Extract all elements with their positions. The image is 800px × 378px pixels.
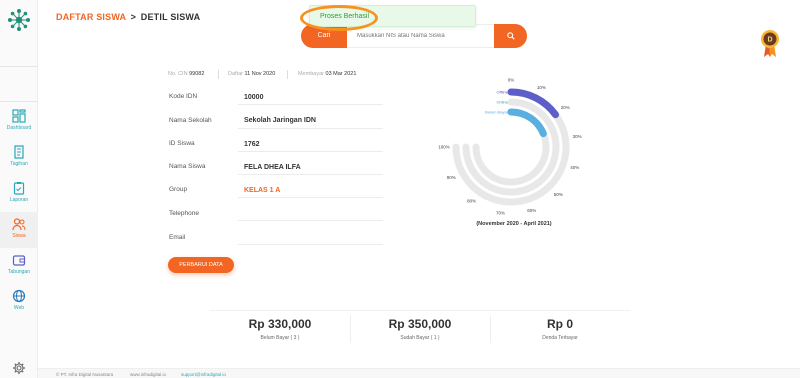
footer-website[interactable]: www.infradigital.io (130, 372, 166, 377)
field-value-nama-sekolah: Sekolah Jaringan IDN (244, 117, 316, 124)
cin-value: 99082 (189, 71, 205, 77)
search-submit-button[interactable] (494, 24, 527, 48)
breadcrumb-separator: > (130, 12, 137, 22)
highlight-ring (300, 5, 378, 31)
meta-divider (218, 70, 219, 79)
stat-label: Sudah Bayar ( 1 ) (400, 335, 440, 341)
field-label-nama-siswa: Nama Siswa (169, 163, 206, 170)
search-input[interactable] (347, 24, 494, 48)
field-value-id-siswa: 1762 (244, 141, 260, 148)
report-icon (13, 182, 25, 195)
stat-value: Rp 330,000 (248, 317, 312, 331)
chart-series-label: Online (496, 100, 508, 105)
medal-letter: D (767, 37, 772, 44)
meta-divider (287, 70, 288, 79)
sidebar-item-label: Siswa (12, 233, 26, 239)
chart-tick-label: 100% (438, 145, 450, 150)
member-meta: Membayar 03 Mar 2021 (298, 71, 356, 77)
stat-value: Rp 350,000 (388, 317, 452, 331)
sidebar-item-tagihan[interactable]: Tagihan (0, 140, 38, 176)
sidebar-item-label: Web (13, 305, 25, 311)
chart-tick-label: 40% (570, 165, 579, 170)
sidebar-item-label: Tagihan (10, 161, 28, 167)
sidebar-item-dashboard[interactable]: Dashboard (0, 104, 38, 140)
cin-label: No. CIN (168, 71, 188, 77)
chart-series-label: Offline (497, 90, 509, 95)
payment-radial-chart: Offline Online Belum Bayar 0% 10% 20% 30% 40% 50… (438, 78, 582, 216)
member-label: Membayar (298, 71, 324, 77)
dashboard-icon (12, 109, 26, 123)
chart-tick-label: 10% (537, 85, 546, 90)
sidebar-item-tabungan[interactable]: Tabungan (0, 248, 38, 284)
students-icon (12, 218, 26, 231)
chart-tick-label: 80% (467, 199, 476, 204)
sidebar-item-laporan[interactable]: Laporan (0, 176, 38, 212)
medal-badge-icon[interactable]: D (760, 28, 780, 58)
stat-sudah-bayar: Rp 350,000 Sudah Bayar ( 1 ) (350, 311, 490, 347)
footer: © PT. Infra Digital Nusantara www.infrad… (38, 368, 800, 378)
chart-caption: (November 2020 - April 2021) (476, 221, 552, 227)
registered-value: 11 Nov 2020 (244, 71, 276, 77)
field-divider (238, 174, 383, 175)
update-data-button[interactable]: PERBARUI DATA (168, 257, 234, 273)
field-label-nama-sekolah: Nama Sekolah (169, 117, 212, 124)
field-divider (238, 151, 383, 152)
chart-tick-label: 90% (447, 175, 456, 180)
sidebar-item-label: Tabungan (8, 269, 30, 275)
field-divider (238, 220, 383, 221)
field-value-kode-idn: 10000 (244, 94, 264, 101)
stat-denda-terbayar: Rp 0 Denda Terbayar (490, 311, 630, 347)
sidebar-item-label: Dashboard (6, 125, 32, 131)
chart-tick-label: 30% (573, 134, 582, 139)
field-divider (238, 244, 383, 245)
chart-tick-label: 0% (508, 78, 515, 83)
field-label-kode-idn: Kode IDN (169, 93, 198, 100)
chart-tick-label: 70% (496, 211, 505, 216)
savings-icon (12, 255, 26, 266)
field-label-telephone: Telephone (169, 210, 199, 217)
globe-icon (12, 289, 26, 303)
sidebar-divider (0, 101, 38, 102)
footer-email[interactable]: support@infradigital.io (181, 372, 226, 377)
breadcrumb: DAFTAR SISWA > DETIL SISWA (56, 12, 200, 22)
breadcrumb-link-daftar-siswa[interactable]: DAFTAR SISWA (56, 12, 126, 22)
field-label-email: Email (169, 234, 186, 241)
sidebar-item-label: Laporan (9, 197, 29, 203)
chart-tick-label: 20% (561, 105, 570, 110)
gear-icon[interactable] (12, 361, 26, 375)
chart-tick-label: 60% (527, 208, 536, 213)
field-value-nama-siswa: FELA DHEA ILFA (244, 164, 301, 171)
member-value: 03 Mar 2021 (325, 71, 357, 77)
payment-summary: Rp 330,000 Belum Bayar ( 3 ) Rp 350,000 … (210, 310, 630, 346)
field-value-group[interactable]: KELAS 1 A (244, 187, 280, 194)
field-label-id-siswa: ID Siswa (169, 140, 195, 147)
registered-label: Daftar (228, 71, 243, 77)
field-divider (238, 197, 383, 198)
sidebar-divider (0, 66, 38, 67)
page-title: DETIL SISWA (140, 12, 201, 22)
chart-tick-label: 50% (554, 192, 563, 197)
registered-meta: Daftar 11 Nov 2020 (228, 71, 275, 77)
field-divider (238, 104, 383, 105)
sidebar: Dashboard Tagihan Laporan Siswa Tabungan… (0, 0, 38, 378)
field-label-group: Group (169, 186, 188, 193)
stat-belum-bayar: Rp 330,000 Belum Bayar ( 3 ) (210, 311, 350, 347)
sidebar-item-siswa[interactable]: Siswa (0, 212, 38, 248)
footer-company: © PT. Infra Digital Nusantara (56, 372, 114, 377)
cin-meta: No. CIN 99082 (168, 71, 204, 77)
search-icon (506, 32, 515, 40)
app-logo-icon[interactable] (7, 8, 31, 32)
stat-value: Rp 0 (546, 317, 573, 331)
sidebar-item-web[interactable]: Web (0, 284, 38, 320)
field-divider (238, 128, 383, 129)
stat-label: Denda Terbayar (542, 335, 578, 341)
chart-series-label: Belum Bayar (485, 110, 509, 115)
bill-icon (14, 145, 24, 159)
stat-label: Belum Bayar ( 3 ) (260, 335, 300, 341)
